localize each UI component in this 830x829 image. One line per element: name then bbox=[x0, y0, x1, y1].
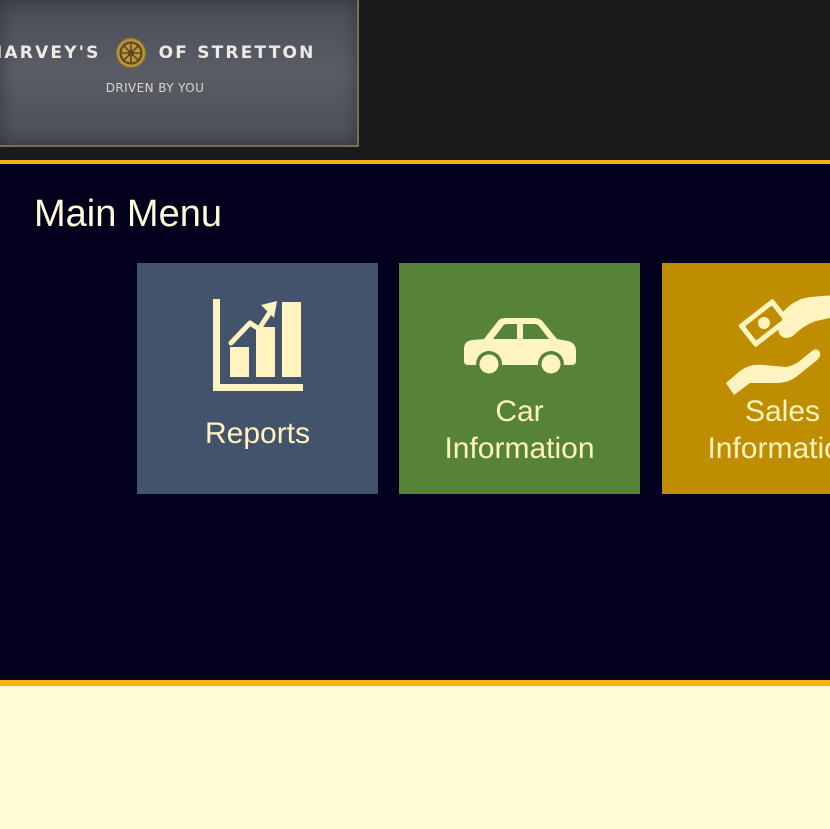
sales-information-tile-button[interactable]: Sales Information bbox=[662, 263, 830, 494]
car-information-label-line-2: Information bbox=[444, 432, 595, 465]
reports-label-line-1: Reports bbox=[204, 417, 311, 450]
main-menu-page: HARVEY'S OF STRETTON DRIVEN BY YOU bbox=[0, 0, 830, 829]
main-menu-section: Main Menu Reports Car Information Sales … bbox=[0, 164, 830, 680]
wheel-emblem-icon bbox=[115, 37, 146, 69]
footer bbox=[0, 686, 830, 829]
page-title: Main Menu bbox=[34, 193, 222, 235]
brand-name-left: HARVEY'S bbox=[0, 43, 101, 63]
brand-tagline: DRIVEN BY YOU bbox=[105, 81, 205, 95]
car-information-label: Car Information bbox=[399, 393, 640, 467]
brand-name-right: OF STRETTON bbox=[158, 43, 316, 63]
sales-information-label: Sales Information bbox=[662, 393, 830, 467]
reports-tile-button[interactable]: Reports bbox=[137, 263, 378, 494]
reports-label: Reports bbox=[137, 415, 378, 452]
car-icon bbox=[464, 318, 576, 377]
bar-chart-growth-icon bbox=[213, 299, 303, 391]
sales-information-label-line-1: Sales bbox=[744, 395, 821, 428]
logo-row: HARVEY'S OF STRETTON bbox=[0, 36, 360, 70]
header: HARVEY'S OF STRETTON DRIVEN BY YOU bbox=[0, 0, 830, 161]
brand-logo: HARVEY'S OF STRETTON DRIVEN BY YOU bbox=[0, 0, 359, 147]
car-information-tile-button[interactable]: Car Information bbox=[399, 263, 640, 494]
sales-information-label-line-2: Information bbox=[707, 432, 830, 465]
money-hand-icon bbox=[726, 295, 830, 395]
car-information-label-line-1: Car bbox=[495, 395, 544, 428]
